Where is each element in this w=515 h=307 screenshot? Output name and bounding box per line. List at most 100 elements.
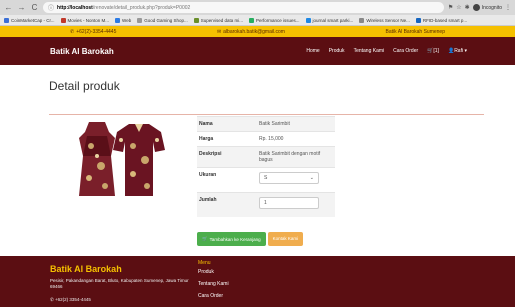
main-navbar: Batik Al Barokah Home Produk Tentang Kam… (0, 37, 515, 65)
footer-link-tentang-kami[interactable]: Tentang Kami (198, 281, 229, 287)
bookmark-label: Supervised data mi... (200, 17, 244, 23)
footer-link-produk[interactable]: Produk (198, 269, 229, 275)
bookmark-favicon-icon (193, 17, 199, 23)
menu-dots-icon[interactable]: ⋮ (505, 4, 511, 11)
product-panel: Nama Batik Sarimbit Harga Rp. 15,000 Des… (49, 116, 335, 217)
bookmark-item[interactable]: journal smart parki... (305, 17, 354, 23)
back-arrow-icon[interactable]: ← (4, 0, 13, 15)
bookmark-favicon-icon (359, 17, 365, 23)
browser-actions: ⚑ ☆ ✱ Incognito ⋮ (448, 4, 511, 11)
bookmark-favicon-icon (137, 17, 143, 23)
page-title: Detail produk (49, 79, 120, 93)
reload-icon[interactable]: C (30, 0, 39, 15)
phone-text: +62(2)-3354-4445 (76, 28, 117, 35)
contact-topbar: ✆ +62(2)-3354-4445 ✉ albarokah.batik@gmail… (0, 26, 515, 37)
description-label: Deskripsi (199, 151, 222, 157)
bookmark-favicon-icon (415, 17, 421, 23)
batik-couple-image (49, 116, 194, 206)
table-row: Jumlah 1 (197, 192, 335, 217)
bookmark-label: Movies - Nonton M... (67, 17, 110, 23)
bookmark-label: Web (122, 17, 132, 23)
chevron-down-icon: ⌄ (309, 175, 314, 181)
star-icon[interactable]: ☆ (456, 4, 461, 11)
product-info-table: Nama Batik Sarimbit Harga Rp. 15,000 Des… (197, 116, 335, 217)
bookmark-item[interactable]: Wireless Sensor Ne... (359, 17, 410, 23)
footer-menu-title: Menu (198, 260, 211, 266)
footer-phone: ✆ +62(2) 3354-4445 (50, 297, 91, 303)
add-to-cart-button[interactable]: 🛒 Tambahkan ke Keranjang (197, 232, 266, 246)
info-icon[interactable]: ⓘ (48, 3, 54, 12)
bookmark-item[interactable]: CoinMarketCap - Cr... (4, 17, 55, 23)
url-path: /renovate/detail_produk.php?produk=P0002 (92, 4, 191, 11)
title-divider (49, 114, 484, 115)
price-value: Rp. 15,000 (259, 136, 284, 142)
phone-icon: ✆ (70, 28, 75, 35)
bookmark-favicon-icon (4, 17, 9, 23)
incognito-badge[interactable]: Incognito (472, 4, 502, 11)
incognito-label: Incognito (481, 4, 502, 11)
puzzle-icon[interactable]: ✱ (465, 4, 470, 11)
bookmark-label: Wireless Sensor Ne... (366, 17, 410, 23)
cart-icon: 🛒 (202, 236, 208, 241)
extension-icon[interactable]: ⚑ (448, 4, 453, 11)
product-image (49, 116, 194, 206)
bookmark-item[interactable]: Movies - Nonton M... (60, 17, 110, 23)
size-value: S (264, 175, 268, 181)
footer-menu: Produk Tentang Kami Cara Order (198, 269, 229, 299)
url-host: http://localhost (57, 4, 93, 11)
bookmark-label: Performance issues... (256, 17, 300, 23)
bookmark-favicon-icon (60, 17, 66, 23)
nav-item-home[interactable]: Home (306, 48, 319, 54)
user-name: Rafi (454, 48, 464, 54)
bookmark-item[interactable]: Good Gaming Shop... (137, 17, 188, 23)
table-row: Harga Rp. 15,000 (197, 131, 335, 146)
bookmark-item[interactable]: Web (115, 17, 132, 23)
incognito-icon (472, 4, 480, 11)
footer-link-cara-order[interactable]: Cara Order (198, 293, 229, 299)
name-label: Nama (199, 121, 213, 127)
forward-arrow-icon[interactable]: → (17, 0, 26, 15)
size-cell: S ⌄ (257, 168, 335, 188)
email-info: ✉ albarokah.batik@gmail.com (217, 29, 285, 35)
size-label: Ukuran (199, 172, 217, 178)
user-menu[interactable]: 👤Rafi ▾ (448, 48, 467, 54)
cart-button[interactable]: 🛒[1] (427, 48, 439, 54)
bookmark-favicon-icon (249, 17, 255, 23)
footer-address: Pesisir, Pakandangan Barat, Bluto, Kabup… (50, 278, 189, 289)
name-value: Batik Sarimbit (259, 121, 290, 127)
bookmarks-bar: CoinMarketCap - Cr... Movies - Nonton M..… (0, 15, 515, 26)
bookmark-item[interactable]: Performance issues... (249, 17, 300, 23)
description-value: Batik Sarimbit dengan motif bagus (259, 151, 321, 163)
table-row: Nama Batik Sarimbit (197, 116, 335, 131)
quantity-cell: 1 (257, 193, 335, 213)
location-text: Batik Al Barokah Sumenep (385, 28, 445, 35)
bookmark-favicon-icon (115, 17, 121, 23)
bookmark-label: Good Gaming Shop... (144, 17, 188, 23)
bookmark-favicon-icon (305, 17, 311, 23)
quantity-field[interactable]: 1 (259, 197, 319, 209)
footer-brand: Batik Al Barokah (50, 264, 122, 274)
contact-button[interactable]: Kontak Kami (267, 232, 304, 246)
quantity-label: Jumlah (199, 197, 217, 203)
nav-item-produk[interactable]: Produk (329, 48, 345, 54)
nav-menu: Home Produk Tentang Kami Cara Order 🛒[1]… (306, 48, 467, 54)
browser-toolbar: ← → C ⓘ http://localhost /renovate/detai… (0, 0, 515, 15)
bookmark-item[interactable]: Supervised data mi... (193, 17, 244, 23)
site-brand[interactable]: Batik Al Barokah (50, 47, 114, 56)
bookmark-item[interactable]: RFID-based smart p... (415, 17, 468, 23)
add-to-cart-label: Tambahkan ke Keranjang (209, 236, 261, 242)
price-label: Harga (199, 136, 214, 142)
location-info: Batik Al Barokah Sumenep (386, 29, 445, 35)
phone-info: ✆ +62(2)-3354-4445 (70, 29, 116, 35)
bookmark-label: journal smart parki... (312, 17, 354, 23)
bookmark-label: CoinMarketCap - Cr... (11, 17, 55, 23)
nav-item-tentang-kami[interactable]: Tentang Kami (354, 48, 385, 54)
table-row: Ukuran S ⌄ (197, 167, 335, 192)
address-bar[interactable]: ⓘ http://localhost /renovate/detail_prod… (43, 2, 444, 13)
mail-icon: ✉ (216, 28, 222, 35)
email-text: albarokah.batik@gmail.com (223, 28, 285, 35)
site-footer: Batik Al Barokah Pesisir, Pakandangan Ba… (0, 256, 515, 307)
size-select[interactable]: S ⌄ (259, 172, 319, 184)
nav-item-cara-order[interactable]: Cara Order (393, 48, 418, 54)
bookmark-label: RFID-based smart p... (422, 17, 468, 23)
